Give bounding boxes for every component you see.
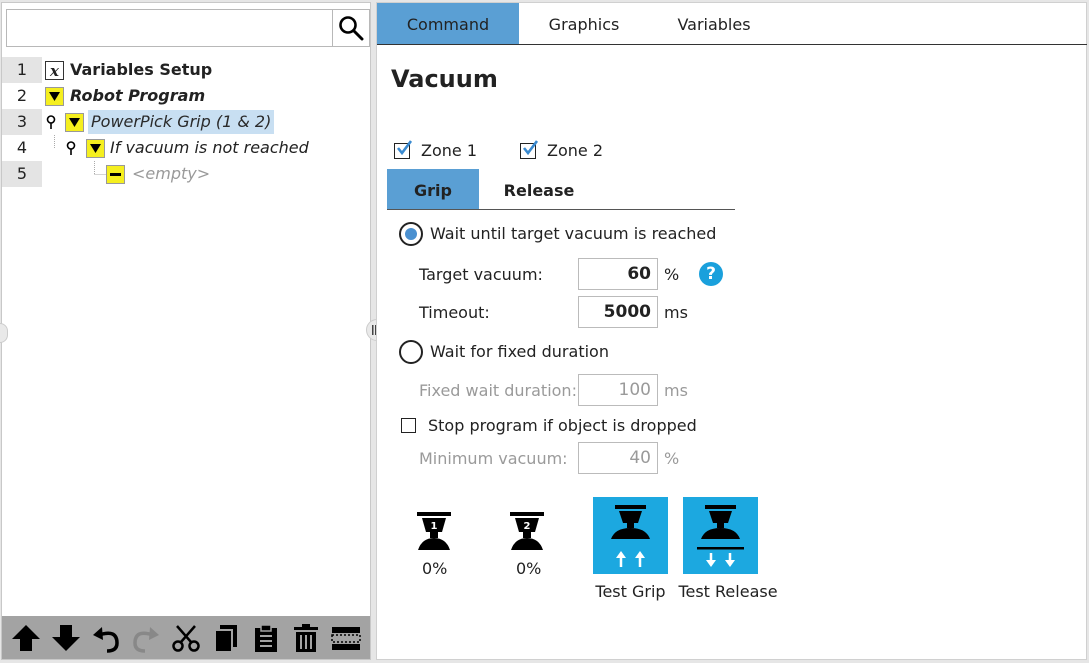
line-number: 4	[16, 138, 28, 157]
line-number: 5	[2, 161, 42, 187]
timeout-label: Timeout:	[419, 303, 490, 322]
zone2-badge: 2	[524, 521, 531, 532]
tree-connector	[54, 135, 55, 148]
zone1-percent: 0%	[422, 559, 448, 578]
tree-row-empty[interactable]: 5 <empty>	[2, 161, 370, 187]
grip-release-tabs: Grip Release	[387, 169, 735, 210]
timeout-unit: ms	[664, 303, 688, 322]
breakpoint-pin-icon[interactable]	[46, 115, 56, 129]
tab-release[interactable]: Release	[491, 169, 587, 209]
test-release-icon	[697, 505, 744, 567]
redo-button[interactable]	[128, 620, 164, 656]
test-grip-button[interactable]	[593, 497, 668, 574]
test-grip-label: Test Grip	[595, 582, 666, 601]
program-toolbar	[2, 616, 370, 659]
wait-fixed-label: Wait for fixed duration	[430, 342, 609, 361]
move-down-icon	[52, 624, 80, 651]
tree-node-label-selected: PowerPick Grip (1 & 2)	[88, 110, 275, 134]
zone2-checkbox[interactable]	[520, 140, 538, 159]
check-icon	[396, 140, 412, 156]
check-icon	[522, 140, 538, 156]
tree-row-powerpick-grip[interactable]: 3 PowerPick Grip (1 & 2)	[2, 109, 370, 135]
fixed-wait-input[interactable]: 100	[578, 374, 658, 406]
copy-icon	[214, 624, 237, 653]
stop-program-checkbox[interactable]	[401, 418, 416, 433]
suppress-icon	[331, 626, 361, 650]
wait-target-label: Wait until target vacuum is reached	[430, 224, 717, 243]
tab-variables[interactable]: Variables	[649, 3, 779, 44]
undo-icon	[93, 626, 119, 653]
search-icon	[339, 16, 364, 41]
test-grip-icon	[611, 505, 650, 567]
search-input[interactable]	[6, 9, 370, 47]
delete-button[interactable]	[288, 620, 324, 656]
tree-node-label: Variables Setup	[70, 60, 213, 79]
vacuum-cup-zone2-icon: 2	[510, 512, 544, 550]
cut-icon	[172, 624, 200, 652]
vacuum-cup-zone1-icon: 1	[417, 512, 451, 550]
min-vacuum-label: Minimum vacuum:	[419, 449, 568, 468]
redo-icon	[133, 626, 159, 653]
undo-button[interactable]	[88, 620, 124, 656]
tree-node-label: Robot Program	[70, 86, 206, 105]
zone2-label: Zone 2	[547, 141, 603, 160]
folder-collapse-icon[interactable]	[45, 87, 64, 106]
tab-command[interactable]: Command	[377, 3, 519, 44]
stop-program-label: Stop program if object is dropped	[428, 416, 697, 435]
command-panel: Command Graphics Variables Vacuum Zone 1…	[376, 2, 1087, 660]
fixed-wait-unit: ms	[664, 381, 688, 400]
wait-target-radio[interactable]	[399, 222, 423, 246]
line-number: 3	[2, 109, 42, 135]
search-button[interactable]	[332, 10, 369, 46]
tree-connector	[94, 161, 106, 175]
tab-grip[interactable]: Grip	[387, 169, 479, 209]
target-vacuum-label: Target vacuum:	[419, 265, 543, 284]
left-collapse-handle[interactable]	[0, 323, 8, 343]
breakpoint-pin-icon[interactable]	[66, 141, 76, 155]
zone1-label: Zone 1	[421, 141, 477, 160]
empty-node-icon	[106, 165, 125, 184]
test-release-label: Test Release	[678, 582, 778, 601]
line-number: 2	[16, 86, 28, 105]
line-number: 1	[2, 57, 42, 83]
folder-collapse-icon[interactable]	[65, 113, 84, 132]
tree-node-label: If vacuum is not reached	[110, 138, 309, 157]
top-tabs: Command Graphics Variables	[377, 3, 1087, 45]
wait-fixed-radio[interactable]	[399, 340, 423, 364]
move-down-button[interactable]	[48, 620, 84, 656]
target-vacuum-unit: %	[664, 265, 680, 284]
program-tree-panel: 1 x Variables Setup 2 Robot Program 3 Po…	[0, 2, 371, 660]
fixed-wait-label: Fixed wait duration:	[419, 381, 577, 400]
paste-button[interactable]	[248, 620, 284, 656]
tab-graphics[interactable]: Graphics	[519, 3, 649, 44]
radio-selected-dot	[405, 228, 417, 240]
suppress-button[interactable]	[328, 620, 364, 656]
min-vacuum-unit: %	[664, 449, 680, 468]
cut-button[interactable]	[168, 620, 204, 656]
move-up-icon	[12, 624, 40, 651]
tree-row-variables-setup[interactable]: 1 x Variables Setup	[2, 57, 370, 83]
zone1-checkbox[interactable]	[394, 140, 412, 159]
min-vacuum-input[interactable]: 40	[578, 442, 658, 474]
zone1-badge: 1	[431, 521, 438, 532]
tree-row-if-vacuum[interactable]: 4 If vacuum is not reached	[2, 135, 370, 161]
paste-icon	[255, 623, 277, 652]
variables-icon: x	[45, 61, 64, 80]
zone2-percent: 0%	[516, 559, 542, 578]
program-tree: 1 x Variables Setup 2 Robot Program 3 Po…	[2, 57, 370, 187]
move-up-button[interactable]	[8, 620, 44, 656]
page-title: Vacuum	[391, 65, 498, 93]
delete-icon	[294, 623, 318, 652]
tree-row-robot-program[interactable]: 2 Robot Program	[2, 83, 370, 109]
tree-node-label: <empty>	[132, 164, 211, 183]
timeout-input[interactable]: 5000	[578, 296, 658, 328]
copy-button[interactable]	[208, 620, 244, 656]
test-release-button[interactable]	[683, 497, 758, 574]
folder-collapse-icon[interactable]	[86, 139, 105, 158]
help-icon[interactable]: ?	[699, 262, 723, 286]
target-vacuum-input[interactable]: 60	[578, 258, 658, 290]
